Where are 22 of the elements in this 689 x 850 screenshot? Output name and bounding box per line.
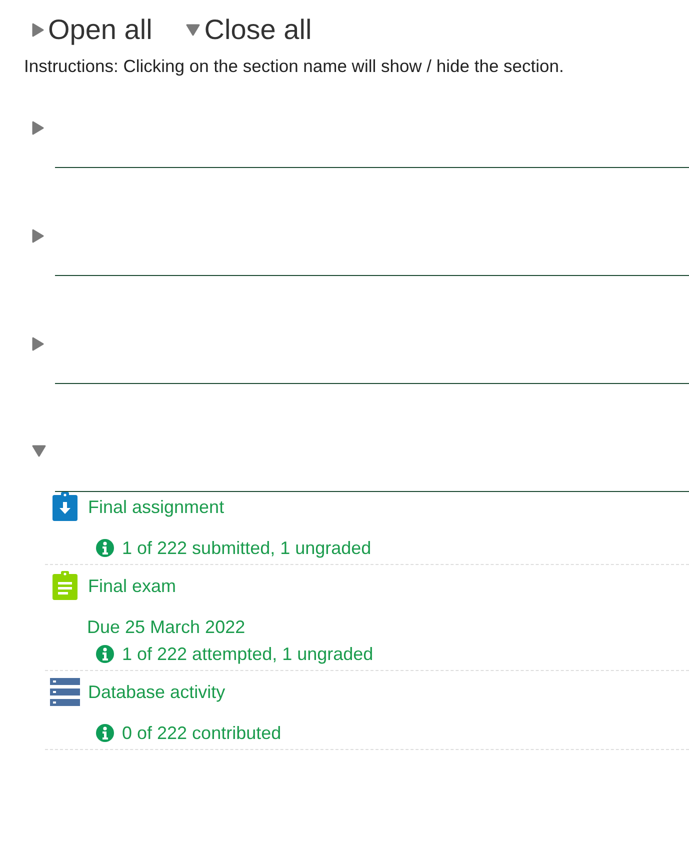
expand-arrow-icon[interactable] [32,337,44,351]
activity-link[interactable]: Final assignment [88,496,224,518]
collapse-arrow-icon[interactable] [32,445,46,457]
close-all-link[interactable]: Close all [186,14,312,46]
activity-link[interactable]: Database activity [88,682,226,702]
info-icon [96,539,114,557]
completion-info-text: 0 of 222 contributed [122,722,282,744]
expand-arrow-icon[interactable] [32,229,44,243]
database-icon [50,678,80,706]
instructions-text: Instructions: Clicking on the section name will show / hide the section. [24,56,565,77]
open-all-link[interactable]: Open all [32,14,152,46]
info-icon [96,645,114,663]
collapse-arrow-icon [186,24,200,36]
info-icon [96,724,114,742]
completion-info-text: 1 of 222 submitted, 1 ungraded [122,538,372,558]
clipboard-download-icon [52,492,78,522]
clipboard-list-icon [52,571,78,601]
completion-info-text: 1 of 222 attempted, 1 ungraded [122,644,374,664]
expand-arrow-icon[interactable] [32,121,44,135]
activity-link[interactable]: Final exam [88,576,176,596]
due-date-text: Due 25 March 2022 [87,617,246,638]
expand-arrow-icon [32,23,44,37]
